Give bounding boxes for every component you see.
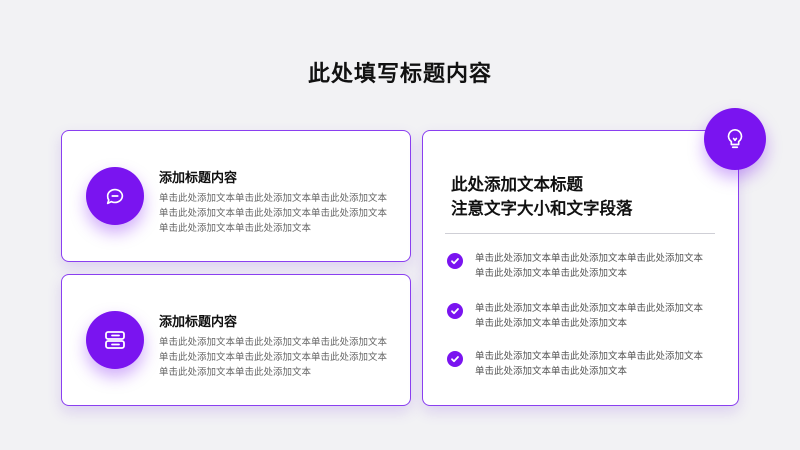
check-icon [447, 303, 463, 319]
list-item: 单击此处添加文本单击此处添加文本单击此处添加文本单击此处添加文本单击此处添加文本 [447, 301, 717, 333]
page-title: 此处填写标题内容 [307, 62, 492, 87]
list-item: 单击此处添加文本单击此处添加文本单击此处添加文本单击此处添加文本单击此处添加文本 [447, 349, 717, 381]
card-title: 添加标题内容 [159, 171, 238, 186]
divider [445, 233, 715, 234]
card-text: 单击此处添加文本单击此处添加文本单击此处添加文本单击此处添加文本单击此处添加文本… [159, 337, 388, 378]
feature-card-2: 添加标题内容 单击此处添加文本单击此处添加文本单击此处添加文本单击此处添加文本单… [61, 274, 411, 406]
summary-title-line-2: 注意文字大小和文字段落 [451, 199, 633, 218]
lightbulb-icon [727, 129, 743, 149]
summary-title: 此处添加文本标题 注意文字大小和文字段落 [451, 173, 633, 221]
chat-bubble-icon [106, 188, 124, 205]
summary-title-line-1: 此处添加文本标题 [451, 175, 583, 194]
check-icon [447, 351, 463, 367]
list-item-text: 单击此处添加文本单击此处添加文本单击此处添加文本单击此处添加文本单击此处添加文本 [475, 303, 704, 329]
list-item: 单击此处添加文本单击此处添加文本单击此处添加文本单击此处添加文本单击此处添加文本 [447, 251, 717, 283]
summary-card: 此处添加文本标题 注意文字大小和文字段落 单击此处添加文本单击此处添加文本单击此… [422, 130, 739, 406]
feature-card-1: 添加标题内容 单击此处添加文本单击此处添加文本单击此处添加文本单击此处添加文本单… [61, 130, 411, 262]
card-title: 添加标题内容 [159, 315, 238, 330]
check-icon [447, 253, 463, 269]
card-text: 单击此处添加文本单击此处添加文本单击此处添加文本单击此处添加文本单击此处添加文本… [159, 193, 388, 234]
list-item-text: 单击此处添加文本单击此处添加文本单击此处添加文本单击此处添加文本单击此处添加文本 [475, 253, 704, 279]
feature-icon-badge [86, 311, 144, 369]
lightbulb-badge [704, 108, 766, 170]
stack-icon [105, 331, 125, 349]
feature-icon-badge [86, 167, 144, 225]
list-item-text: 单击此处添加文本单击此处添加文本单击此处添加文本单击此处添加文本单击此处添加文本 [475, 351, 704, 377]
